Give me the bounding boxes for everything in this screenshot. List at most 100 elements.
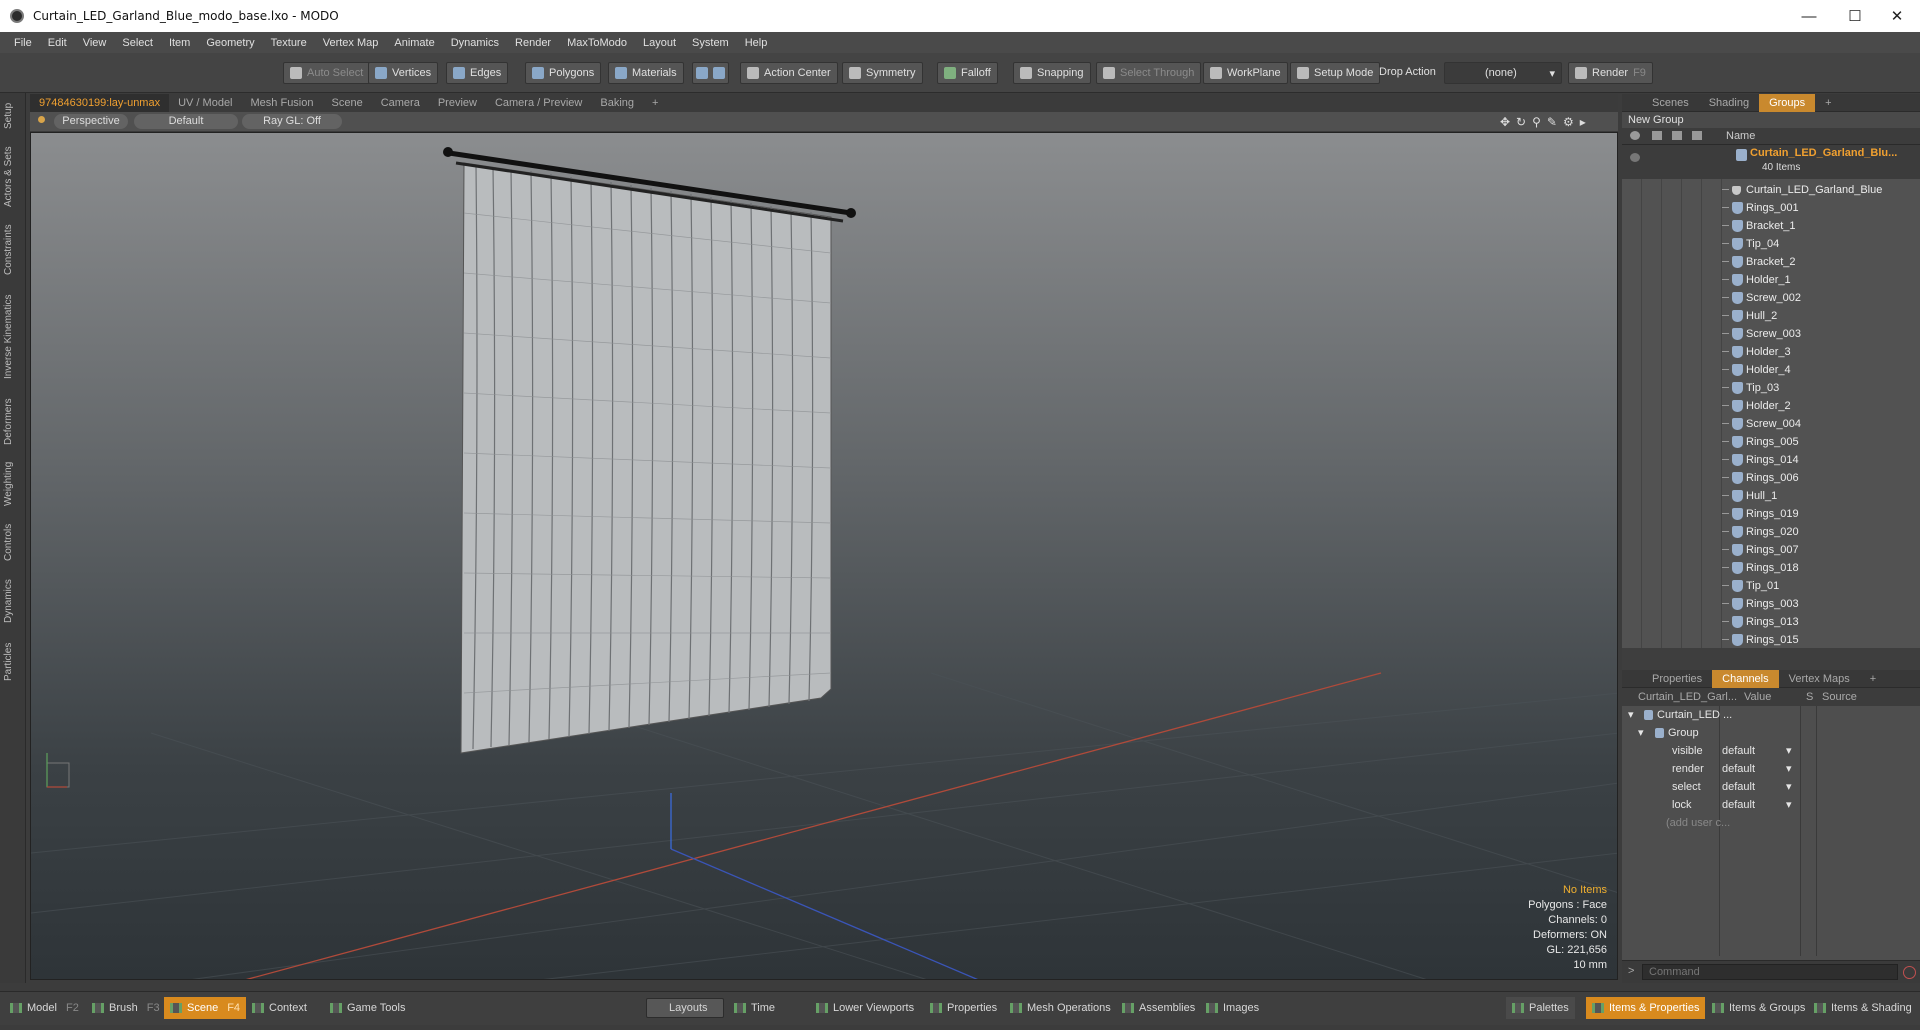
tab-preview[interactable]: Preview — [429, 94, 486, 112]
tab-properties[interactable]: Properties — [1642, 670, 1712, 688]
list-item[interactable]: Bracket_1 — [1622, 217, 1920, 235]
tab-uv-model[interactable]: UV / Model — [169, 94, 241, 112]
list-item[interactable]: Rings_020 — [1622, 523, 1920, 541]
tab-groups[interactable]: Groups — [1759, 93, 1816, 112]
channel-value[interactable]: default — [1722, 796, 1755, 814]
lower-viewports-button[interactable]: Lower Viewports — [810, 997, 920, 1019]
drop-action-select[interactable]: (none) ▾ — [1444, 62, 1562, 84]
visibility-column-icon[interactable] — [1630, 131, 1640, 140]
vertices-button[interactable]: Vertices — [368, 62, 439, 84]
list-item[interactable]: Rings_001 — [1622, 199, 1920, 217]
list-item[interactable]: Screw_004 — [1622, 415, 1920, 433]
menu-help[interactable]: Help — [737, 37, 776, 49]
menu-vertex-map[interactable]: Vertex Map — [315, 37, 387, 49]
tab-particles[interactable]: Particles — [3, 637, 23, 687]
tab-deformers[interactable]: Deformers — [3, 395, 23, 449]
list-item[interactable]: Rings_018 — [1622, 559, 1920, 577]
list-item[interactable]: Hull_2 — [1622, 307, 1920, 325]
auto-select-button[interactable]: Auto Select — [283, 62, 371, 84]
list-item[interactable]: Rings_019 — [1622, 505, 1920, 523]
add-properties-tab-button[interactable]: + — [1860, 670, 1886, 688]
menu-texture[interactable]: Texture — [263, 37, 315, 49]
polygons-button[interactable]: Polygons — [525, 62, 602, 84]
transform-tools-button[interactable] — [692, 62, 729, 84]
select-through-button[interactable]: Select Through — [1096, 62, 1202, 84]
workplane-button[interactable]: WorkPlane — [1203, 62, 1288, 84]
group-root-row[interactable]: Curtain_LED_Garland_Blu... 40 Items — [1622, 145, 1920, 179]
game-tools-button[interactable]: Game Tools — [324, 997, 412, 1019]
setup-mode-button[interactable]: Setup Mode — [1290, 62, 1381, 84]
chevron-down-icon[interactable]: ▾ — [1786, 742, 1792, 760]
list-item[interactable]: Holder_2 — [1622, 397, 1920, 415]
tab-weighting[interactable]: Weighting — [3, 457, 23, 511]
tab-baking[interactable]: Baking — [591, 94, 643, 112]
tab-camera[interactable]: Camera — [372, 94, 429, 112]
list-item[interactable]: Tip_01 — [1622, 577, 1920, 595]
tab-constraints[interactable]: Constraints — [3, 219, 23, 281]
list-item[interactable]: Tip_03 — [1622, 379, 1920, 397]
list-item[interactable]: Rings_013 — [1622, 613, 1920, 631]
images-button[interactable]: Images — [1200, 997, 1265, 1019]
list-item[interactable]: Rings_006 — [1622, 469, 1920, 487]
new-group-button[interactable]: New Group — [1622, 112, 1920, 128]
chevron-down-icon[interactable]: ▾ — [1786, 796, 1792, 814]
menu-animate[interactable]: Animate — [386, 37, 442, 49]
tab-mesh-fusion[interactable]: Mesh Fusion — [242, 94, 323, 112]
tab-channels[interactable]: Channels — [1712, 669, 1779, 688]
tab-actors-sets[interactable]: Actors & Sets — [3, 143, 23, 211]
assemblies-button[interactable]: Assemblies — [1116, 997, 1201, 1019]
view-type-pill[interactable]: Perspective — [54, 114, 128, 129]
list-item[interactable]: Hull_1 — [1622, 487, 1920, 505]
menu-edit[interactable]: Edit — [40, 37, 75, 49]
action-center-button[interactable]: Action Center — [740, 62, 838, 84]
edges-button[interactable]: Edges — [446, 62, 509, 84]
tab-layout-unmax[interactable]: 97484630199:lay-unmax — [30, 94, 170, 112]
add-user-channel-row[interactable]: (add user c... — [1622, 814, 1920, 832]
tab-controls[interactable]: Controls — [3, 519, 23, 565]
tab-scenes[interactable]: Scenes — [1642, 94, 1699, 112]
eye-icon[interactable] — [1630, 153, 1640, 162]
materials-button[interactable]: Materials — [608, 62, 684, 84]
channel-row[interactable]: visible default ▾ — [1622, 742, 1920, 760]
channel-row[interactable]: select default ▾ — [1622, 778, 1920, 796]
palettes-button[interactable]: Palettes — [1506, 997, 1575, 1019]
expand-icon[interactable]: ▾ — [1628, 706, 1634, 724]
chevron-down-icon[interactable]: ▾ — [1786, 778, 1792, 796]
menu-system[interactable]: System — [684, 37, 737, 49]
list-item[interactable]: Rings_003 — [1622, 595, 1920, 613]
expand-icon[interactable]: ▾ — [1638, 724, 1644, 742]
menu-geometry[interactable]: Geometry — [198, 37, 262, 49]
list-item[interactable]: Holder_4 — [1622, 361, 1920, 379]
tab-scene[interactable]: Scene — [323, 94, 372, 112]
menu-file[interactable]: File — [6, 37, 40, 49]
menu-view[interactable]: View — [75, 37, 115, 49]
menu-layout[interactable]: Layout — [635, 37, 684, 49]
properties-button[interactable]: Properties — [924, 997, 1003, 1019]
list-item[interactable]: Rings_007 — [1622, 541, 1920, 559]
add-panel-tab-button[interactable]: + — [1815, 94, 1841, 112]
minimize-button[interactable]: — — [1786, 0, 1832, 32]
list-item[interactable]: Tip_04 — [1622, 235, 1920, 253]
menu-render[interactable]: Render — [507, 37, 559, 49]
tab-inverse-kinematics[interactable]: Inverse Kinematics — [3, 289, 23, 385]
close-button[interactable]: ✕ — [1874, 0, 1920, 32]
render-column-icon[interactable] — [1652, 131, 1662, 140]
menu-maxtomodo[interactable]: MaxToModo — [559, 37, 635, 49]
tab-vertex-maps[interactable]: Vertex Maps — [1779, 670, 1860, 688]
list-item[interactable]: Rings_015 — [1622, 631, 1920, 648]
raygl-pill[interactable]: Ray GL: Off — [242, 114, 342, 129]
context-layout-button[interactable]: Context — [246, 997, 313, 1019]
select-column-icon[interactable] — [1692, 131, 1702, 140]
brush-layout-button[interactable]: Brush F3 — [86, 997, 166, 1019]
tab-shading[interactable]: Shading — [1699, 94, 1759, 112]
channel-value[interactable]: default — [1722, 742, 1755, 760]
list-item[interactable]: Holder_1 — [1622, 271, 1920, 289]
channel-row[interactable]: lock default ▾ — [1622, 796, 1920, 814]
viewport-nav-icons[interactable]: ✥↻⚲✎⚙▸ — [1500, 115, 1592, 129]
channel-item-row[interactable]: ▾ Curtain_LED ... — [1622, 706, 1920, 724]
lock-column-icon[interactable] — [1672, 131, 1682, 140]
layouts-button[interactable]: Layouts — [646, 998, 724, 1018]
items-shading-button[interactable]: Items & Shading — [1808, 997, 1918, 1019]
items-groups-button[interactable]: Items & Groups — [1706, 997, 1811, 1019]
list-item[interactable]: Screw_002 — [1622, 289, 1920, 307]
